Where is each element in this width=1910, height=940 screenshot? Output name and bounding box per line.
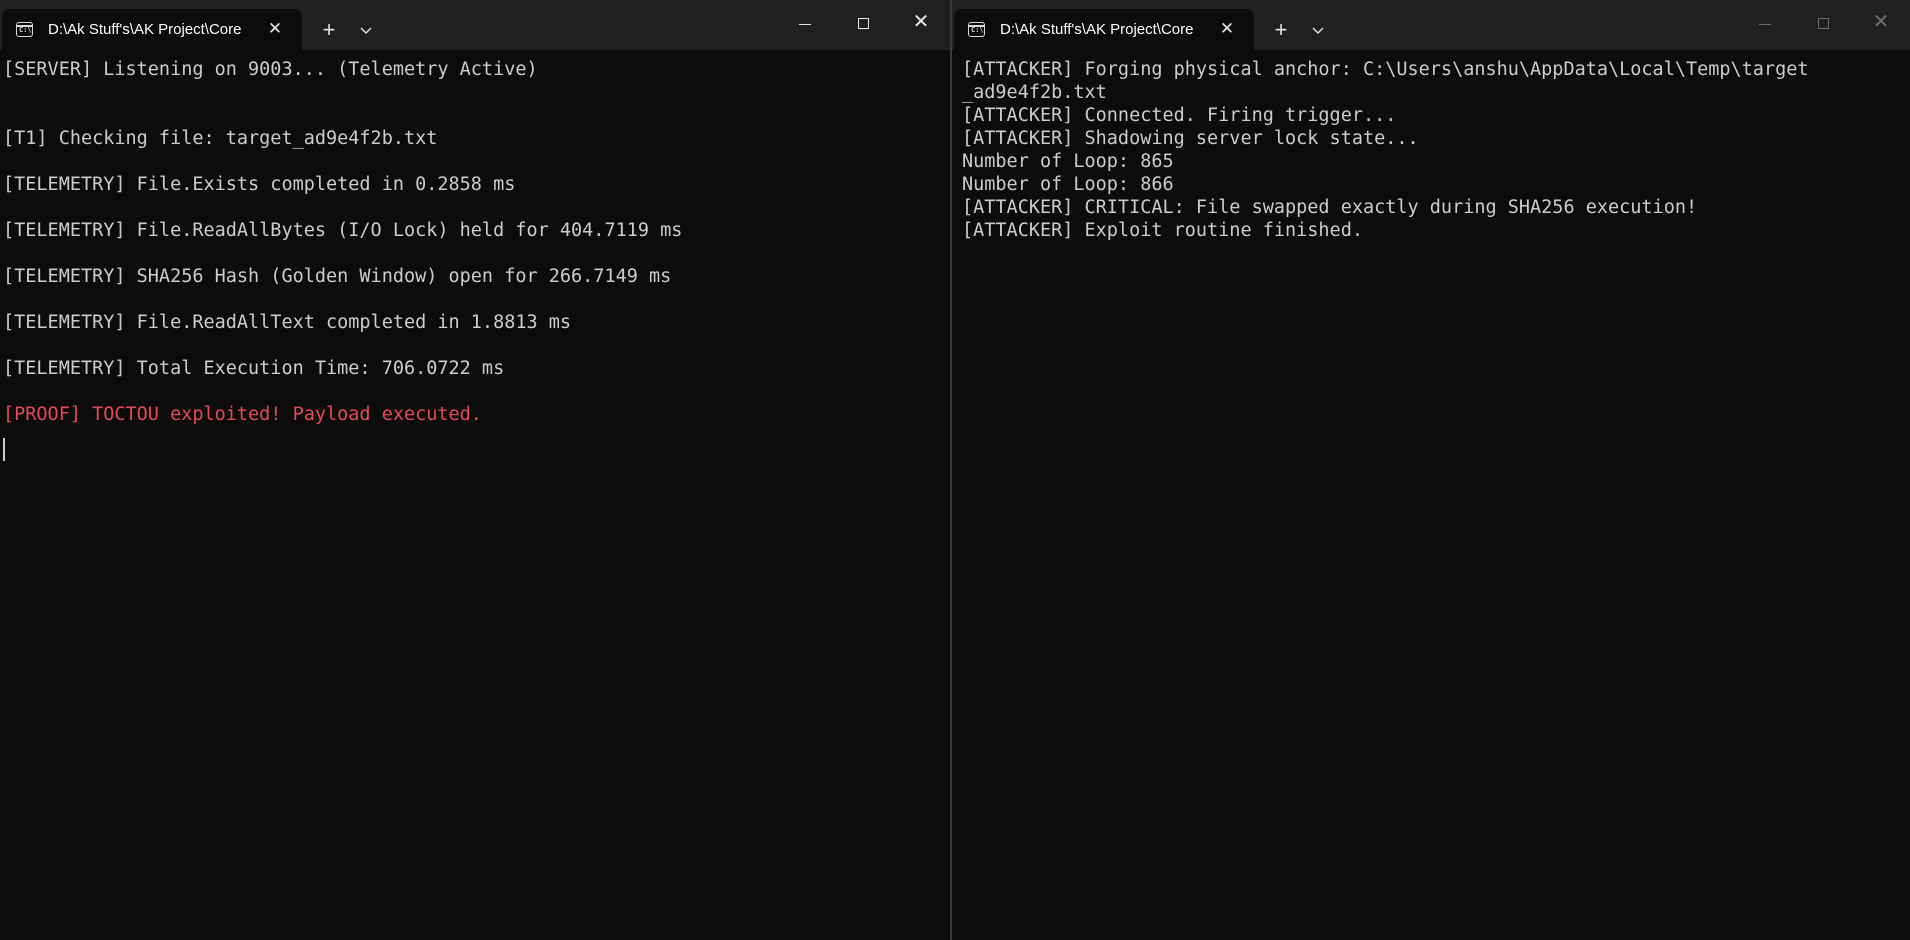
tab-attacker-terminal[interactable]: C:\ D:\Ak Stuff's\AK Project\Core ✕ (954, 9, 1254, 50)
maximize-button[interactable] (1794, 0, 1852, 50)
terminal-icon: C:\ (968, 22, 985, 37)
chevron-down-icon[interactable] (1305, 18, 1331, 44)
window-controls: ✕ (1736, 0, 1910, 50)
server-terminal-window: C:\ D:\Ak Stuff's\AK Project\Core ✕ + ✕ … (0, 0, 950, 940)
tab-title: D:\Ak Stuff's\AK Project\Core (1000, 21, 1194, 38)
terminal-line: Number of Loop: 866 (962, 174, 1174, 195)
window-controls: ✕ (776, 0, 950, 50)
close-tab-icon[interactable]: ✕ (1216, 18, 1238, 40)
terminal-line: [TELEMETRY] SHA256 Hash (Golden Window) … (3, 266, 672, 287)
attacker-terminal-window: C:\ D:\Ak Stuff's\AK Project\Core ✕ + ✕ … (952, 0, 1910, 940)
tab-title: D:\Ak Stuff's\AK Project\Core (48, 21, 242, 38)
terminal-line: [ATTACKER] Forging physical anchor: C:\U… (962, 59, 1809, 80)
tab-server-terminal[interactable]: C:\ D:\Ak Stuff's\AK Project\Core ✕ (2, 9, 302, 50)
terminal-line: [TELEMETRY] File.ReadAllBytes (I/O Lock)… (3, 220, 683, 241)
close-tab-icon[interactable]: ✕ (264, 18, 286, 40)
terminal-line: _ad9e4f2b.txt (962, 82, 1107, 103)
terminal-line: [ATTACKER] CRITICAL: File swapped exactl… (962, 197, 1698, 218)
terminal-output[interactable]: [SERVER] Listening on 9003... (Telemetry… (0, 50, 950, 940)
terminal-line: [T1] Checking file: target_ad9e4f2b.txt (3, 128, 438, 149)
maximize-icon (1817, 18, 1829, 29)
minimize-button[interactable] (776, 0, 834, 50)
minimize-icon (799, 23, 811, 25)
new-tab-button[interactable]: + (316, 17, 342, 43)
text-cursor (3, 438, 5, 461)
minimize-button[interactable] (1736, 0, 1794, 50)
close-window-button[interactable]: ✕ (1852, 0, 1910, 46)
title-bar[interactable]: C:\ D:\Ak Stuff's\AK Project\Core ✕ + ✕ (952, 0, 1910, 50)
maximize-button[interactable] (834, 0, 892, 50)
terminal-line: [SERVER] Listening on 9003... (Telemetry… (3, 59, 538, 80)
proof-line: [PROOF] TOCTOU exploited! Payload execut… (3, 404, 482, 425)
terminal-line: [TELEMETRY] Total Execution Time: 706.07… (3, 358, 505, 379)
terminal-line: [TELEMETRY] File.Exists completed in 0.2… (3, 174, 516, 195)
terminal-line: [ATTACKER] Shadowing server lock state..… (962, 128, 1419, 149)
close-window-button[interactable]: ✕ (892, 0, 950, 46)
terminal-line: [TELEMETRY] File.ReadAllText completed i… (3, 312, 572, 333)
terminal-line: Number of Loop: 865 (962, 151, 1174, 172)
new-tab-button[interactable]: + (1268, 17, 1294, 43)
maximize-icon (857, 18, 869, 29)
minimize-icon (1759, 23, 1771, 25)
terminal-line: [ATTACKER] Exploit routine finished. (962, 220, 1363, 241)
terminal-output[interactable]: [ATTACKER] Forging physical anchor: C:\U… (952, 50, 1910, 940)
desktop: C:\ D:\Ak Stuff's\AK Project\Core ✕ + ✕ … (0, 0, 1910, 940)
terminal-line: [ATTACKER] Connected. Firing trigger... (962, 105, 1397, 126)
chevron-down-icon[interactable] (353, 18, 379, 44)
title-bar[interactable]: C:\ D:\Ak Stuff's\AK Project\Core ✕ + ✕ (0, 0, 950, 50)
terminal-icon: C:\ (16, 22, 33, 37)
